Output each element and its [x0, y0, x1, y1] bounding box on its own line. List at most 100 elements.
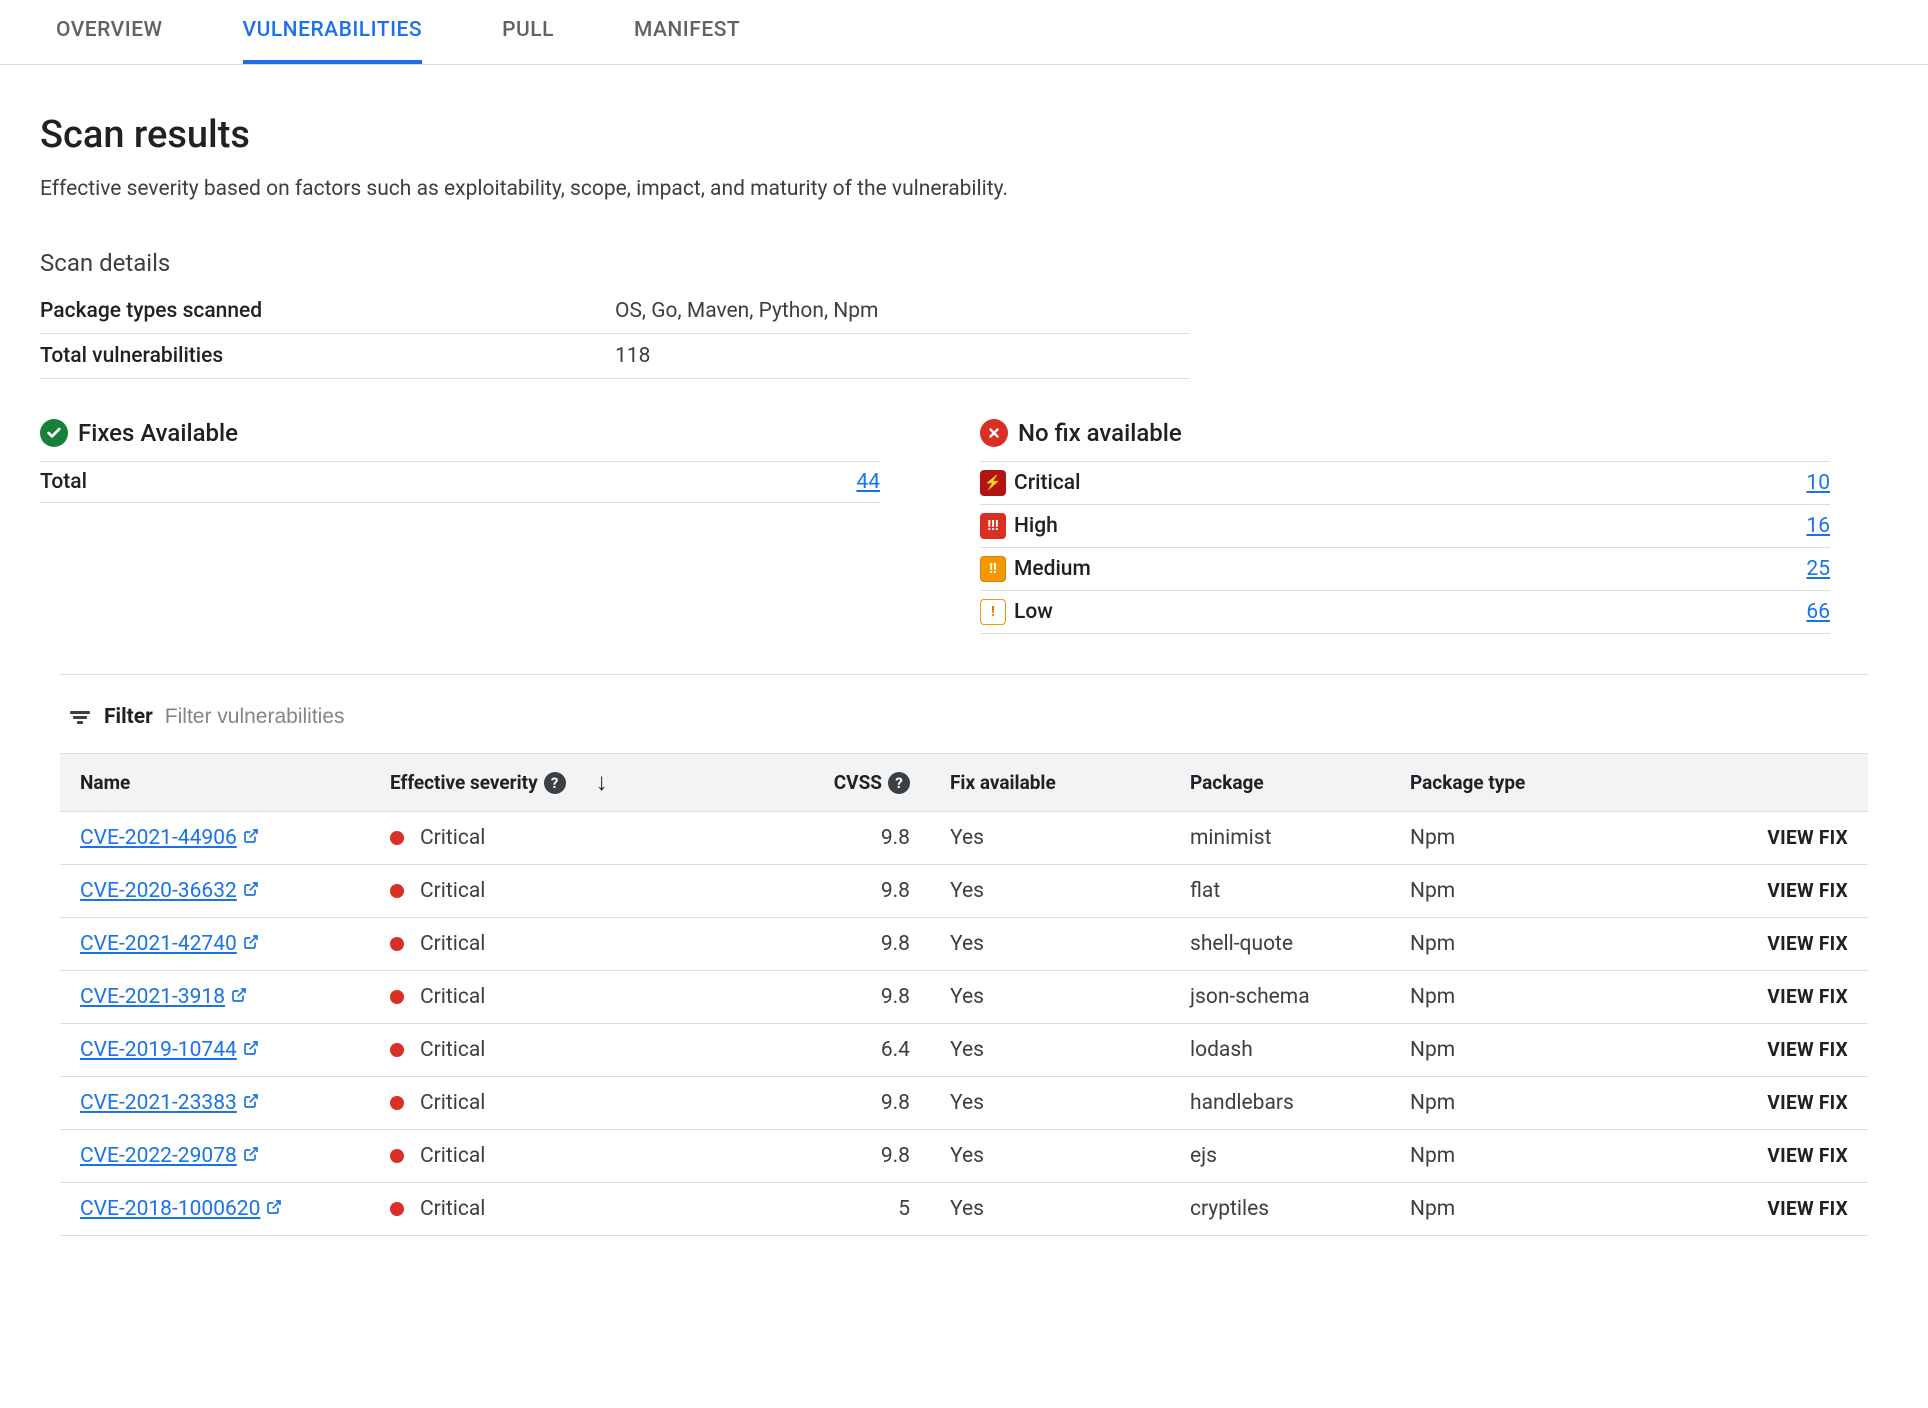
fix-available-value: Yes [930, 971, 1170, 1024]
cve-link[interactable]: CVE-2020-36632 [80, 879, 259, 903]
cvss-value: 9.8 [700, 812, 930, 865]
th-ptype[interactable]: Package type [1410, 771, 1525, 794]
table-row: CVE-2021-3918 Critical9.8Yesjson-schemaN… [60, 971, 1868, 1024]
table-row: CVE-2018-1000620 Critical5YescryptilesNp… [60, 1183, 1868, 1236]
severity-count-link[interactable]: 10 [1806, 471, 1830, 495]
x-icon [980, 419, 1008, 447]
fixes-total-label: Total [40, 470, 87, 494]
package-value: minimist [1170, 812, 1390, 865]
external-link-icon [231, 985, 247, 1009]
view-fix-button[interactable]: VIEW FIX [1767, 932, 1848, 955]
th-fix[interactable]: Fix available [950, 771, 1056, 794]
fix-available-value: Yes [930, 812, 1170, 865]
tab-manifest[interactable]: MANIFEST [634, 0, 740, 64]
cvss-value: 9.8 [700, 971, 930, 1024]
sort-arrow-down-icon[interactable]: ↓ [596, 768, 608, 797]
filter-icon [68, 705, 92, 729]
severity-dot-icon [390, 1043, 404, 1057]
package-value: ejs [1170, 1130, 1390, 1183]
th-name[interactable]: Name [80, 771, 130, 794]
severity-badge-icon: !!! [980, 513, 1006, 539]
severity-dot-icon [390, 1149, 404, 1163]
cvss-value: 9.8 [700, 1130, 930, 1183]
fix-available-value: Yes [930, 1077, 1170, 1130]
severity-dot-icon [390, 831, 404, 845]
check-icon [40, 419, 68, 447]
severity-text: Critical [420, 1144, 485, 1168]
severity-dot-icon [390, 937, 404, 951]
view-fix-button[interactable]: VIEW FIX [1767, 879, 1848, 902]
severity-dot-icon [390, 884, 404, 898]
package-value: json-schema [1170, 971, 1390, 1024]
package-value: cryptiles [1170, 1183, 1390, 1236]
cvss-value: 9.8 [700, 1077, 930, 1130]
cve-link[interactable]: CVE-2018-1000620 [80, 1197, 282, 1221]
package-value: handlebars [1170, 1077, 1390, 1130]
th-severity[interactable]: Effective severity [390, 771, 538, 794]
total-vulns-value: 118 [615, 334, 1190, 379]
tab-pull[interactable]: PULL [502, 0, 554, 64]
external-link-icon [243, 1144, 259, 1168]
cve-link[interactable]: CVE-2021-23383 [80, 1091, 259, 1115]
fix-available-value: Yes [930, 1024, 1170, 1077]
cve-link[interactable]: CVE-2021-3918 [80, 985, 247, 1009]
fixes-total-link[interactable]: 44 [856, 470, 880, 494]
severity-dot-icon [390, 1202, 404, 1216]
package-type-value: Npm [1390, 1183, 1620, 1236]
cve-link[interactable]: CVE-2021-42740 [80, 932, 259, 956]
severity-label: Low [1014, 600, 1053, 624]
severity-text: Critical [420, 826, 485, 850]
filter-label: Filter [104, 705, 153, 729]
external-link-icon [243, 1038, 259, 1062]
total-vulns-label: Total vulnerabilities [40, 334, 615, 379]
severity-text: Critical [420, 1197, 485, 1221]
package-value: lodash [1170, 1024, 1390, 1077]
package-type-value: Npm [1390, 1024, 1620, 1077]
severity-count-link[interactable]: 16 [1806, 514, 1830, 538]
view-fix-button[interactable]: VIEW FIX [1767, 1144, 1848, 1167]
severity-badge-icon: ⚡ [980, 470, 1006, 496]
package-type-value: Npm [1390, 971, 1620, 1024]
severity-text: Critical [420, 879, 485, 903]
no-fix-heading: No fix available [1018, 419, 1182, 447]
help-icon[interactable]: ? [544, 772, 566, 794]
fixes-available-section: Fixes Available Total 44 [40, 419, 880, 634]
package-type-value: Npm [1390, 865, 1620, 918]
tab-vulnerabilities[interactable]: VULNERABILITIES [243, 0, 423, 64]
tab-overview[interactable]: OVERVIEW [56, 0, 163, 64]
filter-input[interactable] [165, 705, 1860, 729]
scan-details-table: Package types scanned OS, Go, Maven, Pyt… [40, 289, 1190, 379]
table-row: CVE-2021-42740 Critical9.8Yesshell-quote… [60, 918, 1868, 971]
view-fix-button[interactable]: VIEW FIX [1767, 1197, 1848, 1220]
fix-available-value: Yes [930, 1183, 1170, 1236]
severity-count-link[interactable]: 25 [1806, 557, 1830, 581]
view-fix-button[interactable]: VIEW FIX [1767, 826, 1848, 849]
external-link-icon [243, 879, 259, 903]
package-types-value: OS, Go, Maven, Python, Npm [615, 289, 1190, 334]
view-fix-button[interactable]: VIEW FIX [1767, 1091, 1848, 1114]
external-link-icon [243, 1091, 259, 1115]
page-title: Scan results [40, 113, 1888, 157]
cve-link[interactable]: CVE-2022-29078 [80, 1144, 259, 1168]
fix-available-value: Yes [930, 918, 1170, 971]
table-row: CVE-2020-36632 Critical9.8YesflatNpmVIEW… [60, 865, 1868, 918]
package-type-value: Npm [1390, 918, 1620, 971]
cve-link[interactable]: CVE-2019-10744 [80, 1038, 259, 1062]
filter-bar: Filter [60, 693, 1868, 753]
th-package[interactable]: Package [1190, 771, 1264, 794]
table-row: CVE-2021-44906 Critical9.8YesminimistNpm… [60, 812, 1868, 865]
th-cvss[interactable]: CVSS [834, 771, 882, 794]
severity-badge-icon: !! [980, 556, 1006, 582]
severity-count-link[interactable]: 66 [1806, 600, 1830, 624]
view-fix-button[interactable]: VIEW FIX [1767, 985, 1848, 1008]
view-fix-button[interactable]: VIEW FIX [1767, 1038, 1848, 1061]
scan-details-heading: Scan details [40, 249, 1888, 277]
package-types-label: Package types scanned [40, 289, 615, 334]
fix-available-value: Yes [930, 865, 1170, 918]
help-icon[interactable]: ? [888, 772, 910, 794]
external-link-icon [243, 932, 259, 956]
severity-label: Critical [1014, 471, 1080, 495]
table-row: CVE-2022-29078 Critical9.8YesejsNpmVIEW … [60, 1130, 1868, 1183]
cvss-value: 6.4 [700, 1024, 930, 1077]
cve-link[interactable]: CVE-2021-44906 [80, 826, 259, 850]
